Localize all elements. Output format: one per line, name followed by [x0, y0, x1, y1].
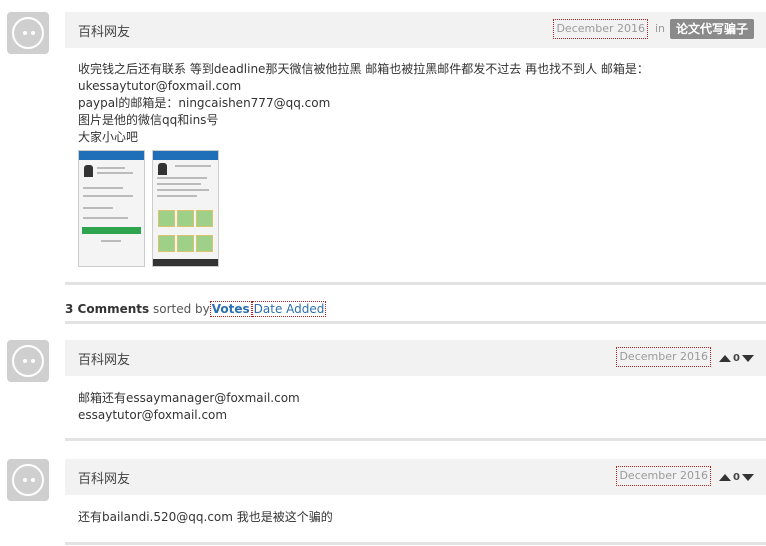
comment-author[interactable]: 百科网友 — [78, 468, 130, 487]
post-body-line: 大家小心吧 — [78, 130, 139, 144]
avatar-face-icon — [12, 17, 44, 49]
post-body-line: ukessaytutor@foxmail.com — [78, 79, 242, 93]
comment-vote-control: 0 — [719, 471, 754, 483]
comment-body: 还有bailandi.520@qq.com 我也是被这个骗的 — [65, 495, 766, 538]
wechat-screenshot-thumbnail[interactable] — [78, 150, 145, 267]
comment-header: 百科网友 December 2016 0 — [65, 340, 766, 376]
comment-avatar — [7, 340, 49, 382]
upvote-icon[interactable] — [719, 473, 732, 481]
comments-count: 3 Comments — [65, 302, 150, 316]
comment-card: 百科网友 December 2016 0 还有bailandi.520@qq.c… — [65, 459, 766, 545]
comment-date[interactable]: December 2016 — [616, 466, 711, 486]
post-in-label: in — [654, 22, 665, 35]
comments-sort-bar: 3 Comments sorted by Votes Date Added — [65, 299, 766, 324]
comment-body-line: 还有bailandi.520@qq.com 我也是被这个骗的 — [78, 510, 333, 524]
post-date[interactable]: December 2016 — [553, 19, 648, 39]
post-body-line: 收完钱之后还有联系 等到deadline那天微信被他拉黑 邮箱也被拉黑邮件都发不… — [78, 62, 649, 76]
vote-count: 0 — [733, 352, 740, 364]
post-avatar — [7, 12, 49, 54]
comment-vote-control: 0 — [719, 352, 754, 364]
post-category-tag[interactable]: 论文代写骗子 — [669, 19, 754, 39]
comment-card: 百科网友 December 2016 0 邮箱还有essaymanager@fo… — [65, 340, 766, 441]
sort-votes-link[interactable]: Votes — [209, 301, 252, 317]
comment-date[interactable]: December 2016 — [616, 347, 711, 367]
comment-body-line: 邮箱还有essaymanager@foxmail.com — [78, 391, 300, 405]
post-card: 百科网友 December 2016 in 论文代写骗子 收完钱之后还有联系 等… — [65, 12, 766, 285]
qq-ins-screenshot-thumbnail[interactable] — [152, 150, 219, 267]
downvote-icon[interactable] — [742, 354, 754, 362]
comment-avatar — [7, 459, 49, 501]
comment-body: 邮箱还有essaymanager@foxmail.com essaytutor@… — [65, 376, 766, 436]
vote-count: 0 — [733, 471, 740, 483]
post-images — [78, 150, 753, 267]
avatar-face-icon — [12, 464, 44, 496]
comment-body-line: essaytutor@foxmail.com — [78, 408, 228, 422]
downvote-icon[interactable] — [742, 473, 754, 481]
comment-author[interactable]: 百科网友 — [78, 349, 130, 368]
comment-header: 百科网友 December 2016 0 — [65, 459, 766, 495]
sorted-by-label: sorted by — [152, 302, 210, 316]
avatar-face-icon — [12, 345, 44, 377]
post-author[interactable]: 百科网友 — [78, 21, 130, 40]
post-body-line: paypal的邮箱是：ningcaishen777@qq.com — [78, 96, 331, 110]
upvote-icon[interactable] — [719, 354, 732, 362]
post-body-line: 图片是他的微信qq和ins号 — [78, 113, 219, 127]
sort-date-added-link[interactable]: Date Added — [251, 301, 327, 317]
post-header: 百科网友 December 2016 in 论文代写骗子 — [65, 12, 766, 48]
post-body: 收完钱之后还有联系 等到deadline那天微信被他拉黑 邮箱也被拉黑邮件都发不… — [65, 48, 766, 279]
